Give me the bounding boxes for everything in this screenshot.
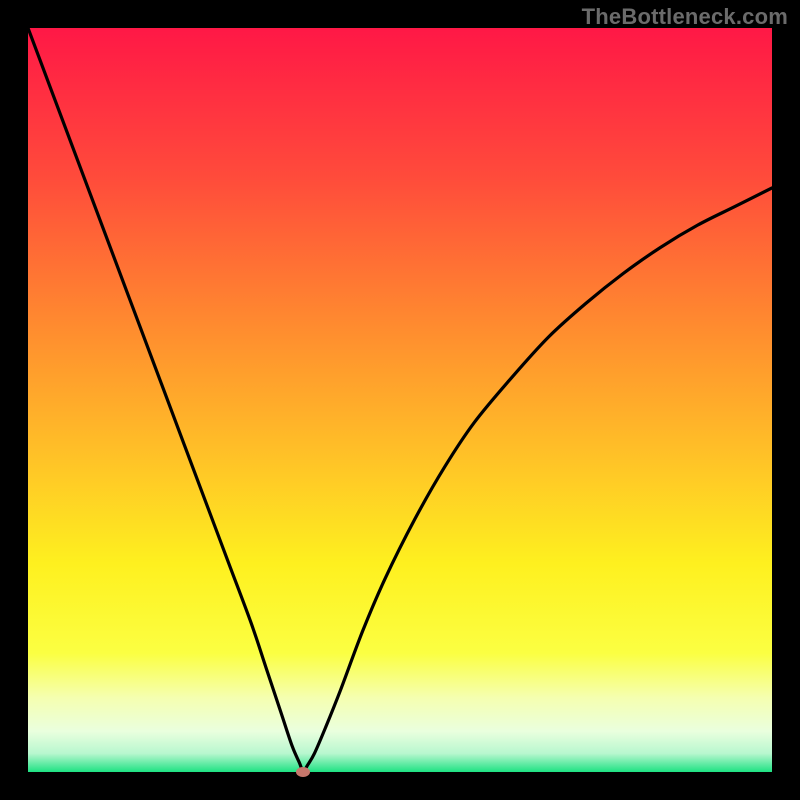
plot-area [28,28,772,772]
watermark-text: TheBottleneck.com [582,4,788,30]
minimum-point-dot [296,767,310,777]
plot-inner [28,28,772,772]
gradient-background [28,28,772,772]
chart-frame: TheBottleneck.com [0,0,800,800]
